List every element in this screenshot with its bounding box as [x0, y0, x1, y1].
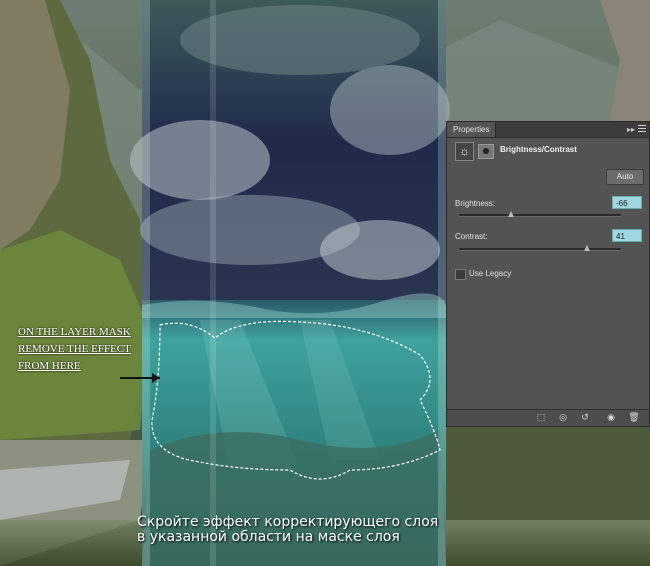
brightness-slider-thumb[interactable]	[507, 211, 514, 217]
contrast-label: Contrast:	[455, 232, 488, 241]
annotation-line-2: REMOVE THE EFFECT	[18, 343, 131, 355]
caption-line-2: в указанной области на маске слоя	[137, 529, 400, 545]
annotation-line-3: FROM HERE	[18, 360, 81, 372]
caption-line-1: Скройте эффект корректирующего слоя	[137, 514, 439, 530]
contrast-slider-track[interactable]	[459, 245, 621, 251]
annotation-line-1: ON THE LAYER MASK	[18, 326, 131, 338]
view-previous-state-icon[interactable]: ◎	[557, 412, 569, 423]
contrast-value-field[interactable]: 41	[612, 229, 642, 242]
clip-to-layer-icon[interactable]: ⬚	[535, 412, 547, 423]
use-legacy-label: Use Legacy	[469, 269, 512, 278]
brightness-label: Brightness:	[455, 199, 496, 208]
use-legacy-checkbox[interactable]	[455, 269, 466, 280]
panel-header: Properties ▸▸	[447, 122, 649, 138]
properties-panel: Properties ▸▸ ☼ Brightness/Contrast Auto…	[446, 121, 650, 427]
reset-icon[interactable]: ↺	[579, 412, 591, 423]
auto-button[interactable]: Auto	[606, 169, 644, 185]
panel-menu-icon[interactable]	[638, 125, 646, 134]
layer-mask-icon[interactable]	[478, 144, 494, 159]
trash-icon[interactable]: 🗑	[628, 412, 640, 423]
adjustment-header: ☼ Brightness/Contrast	[455, 142, 645, 162]
brightness-slider-track[interactable]	[459, 211, 621, 217]
sun-icon[interactable]: ☼	[455, 142, 474, 161]
caption: Скройте эффект корректирующего слоя в ук…	[137, 515, 438, 545]
contrast-slider-thumb[interactable]	[583, 245, 590, 251]
collapse-panel-icon[interactable]: ▸▸	[627, 122, 635, 137]
brightness-value-field[interactable]: -66	[612, 196, 642, 209]
annotation-text: ON THE LAYER MASK REMOVE THE EFFECT FROM…	[18, 324, 131, 375]
panel-footer: ⬚ ◎ ↺ ◉ 🗑	[447, 409, 649, 426]
adjustment-title: Brightness/Contrast	[500, 145, 577, 154]
tab-properties[interactable]: Properties	[447, 122, 497, 137]
visibility-eye-icon[interactable]: ◉	[605, 412, 617, 423]
